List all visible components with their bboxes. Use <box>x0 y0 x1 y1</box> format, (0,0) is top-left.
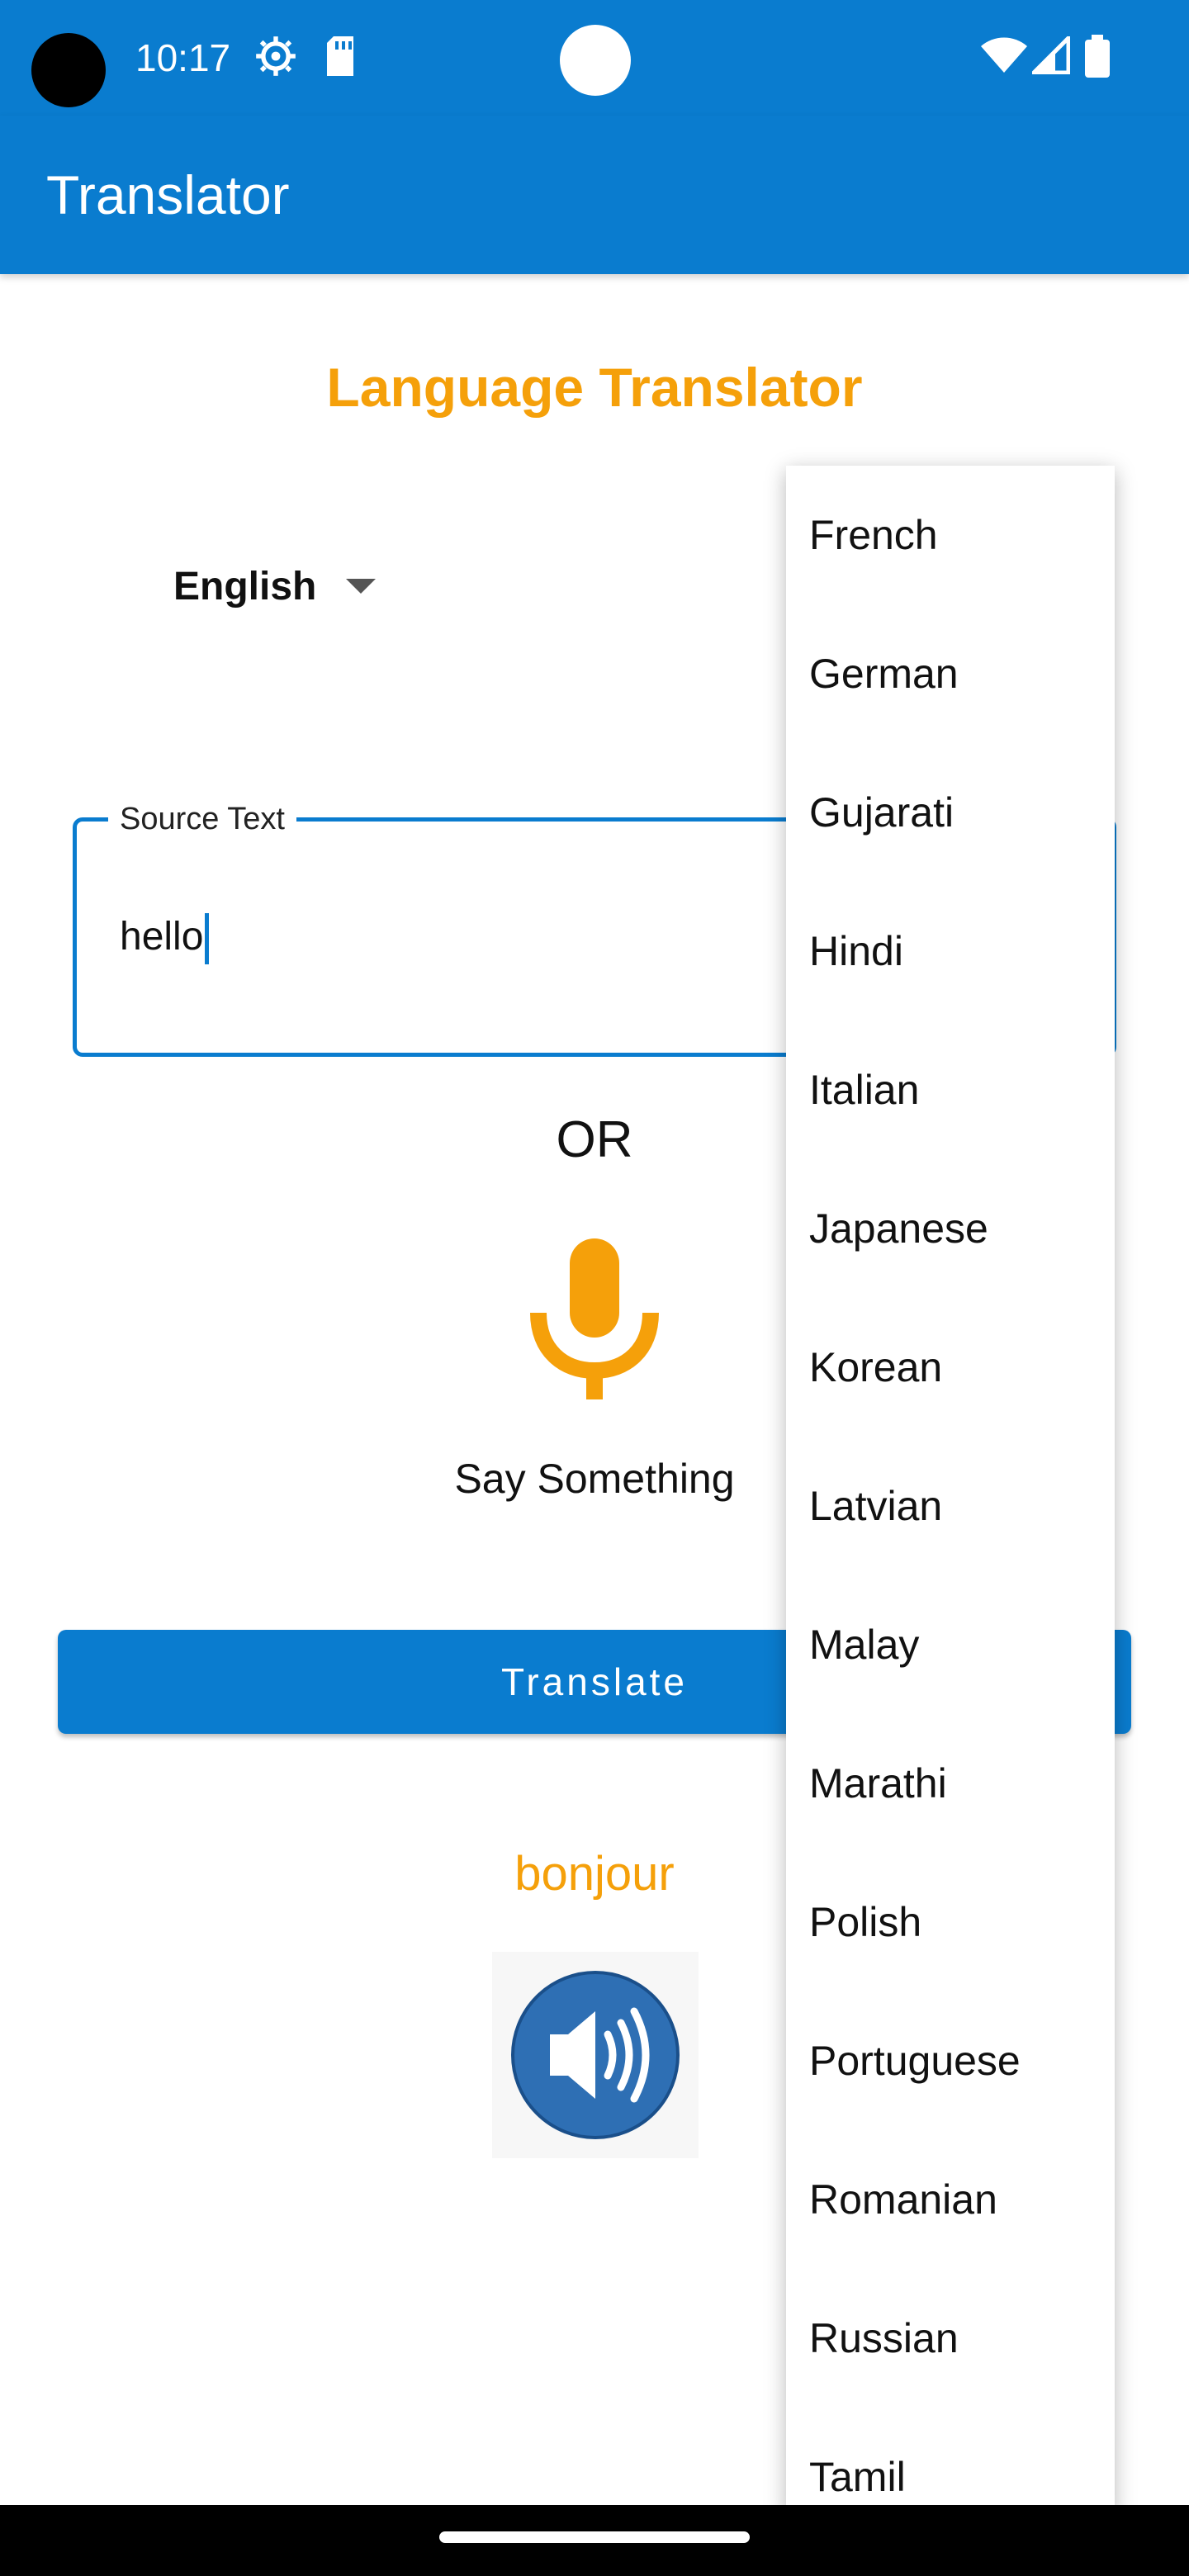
dropdown-item-latvian[interactable]: Latvian <box>786 1437 1115 1575</box>
source-language-spinner[interactable]: English <box>173 553 377 619</box>
camera-cutout <box>31 33 106 107</box>
status-bar: 10:17 <box>0 0 1189 116</box>
dropdown-arrow-icon <box>346 579 377 594</box>
dropdown-item-malay[interactable]: Malay <box>786 1575 1115 1714</box>
dropdown-item-tamil[interactable]: Tamil <box>786 2408 1115 2513</box>
dropdown-item-korean[interactable]: Korean <box>786 1298 1115 1437</box>
dropdown-item-polish[interactable]: Polish <box>786 1853 1115 1991</box>
dropdown-item-gujarati[interactable]: Gujarati <box>786 743 1115 882</box>
front-camera-dot <box>560 25 631 96</box>
sd-card-icon <box>324 35 357 82</box>
page-heading: Language Translator <box>326 357 863 418</box>
app-bar: Translator <box>0 116 1189 274</box>
home-gesture-handle[interactable] <box>439 2531 750 2543</box>
dropdown-item-marathi[interactable]: Marathi <box>786 1714 1115 1853</box>
speaker-icon <box>492 1971 699 2162</box>
status-time: 10:17 <box>135 36 231 79</box>
source-text-input-wrap[interactable]: hello <box>120 912 210 965</box>
battery-icon <box>1085 35 1110 82</box>
app-title: Translator <box>46 164 290 225</box>
text-cursor <box>205 913 210 965</box>
signal-icon <box>1028 32 1071 78</box>
dropdown-item-romanian[interactable]: Romanian <box>786 2130 1115 2269</box>
source-text-value: hello <box>120 915 204 959</box>
dropdown-item-russian[interactable]: Russian <box>786 2269 1115 2408</box>
navigation-bar <box>0 2505 1189 2576</box>
dropdown-item-hindi[interactable]: Hindi <box>786 882 1115 1020</box>
dropdown-item-german[interactable]: German <box>786 604 1115 743</box>
source-text-label: Source Text <box>108 800 296 838</box>
speak-button[interactable] <box>492 1952 699 2158</box>
source-language-value: English <box>173 564 317 608</box>
mic-button[interactable] <box>528 1230 661 1412</box>
dropdown-item-japanese[interactable]: Japanese <box>786 1159 1115 1298</box>
language-dropdown-list[interactable]: French German Gujarati Hindi Italian Jap… <box>786 466 1115 2513</box>
microphone-icon <box>528 1238 661 1407</box>
settings-gear-icon <box>254 35 297 82</box>
dropdown-item-french[interactable]: French <box>786 466 1115 604</box>
wifi-icon <box>981 36 1027 78</box>
dropdown-item-portuguese[interactable]: Portuguese <box>786 1991 1115 2130</box>
dropdown-item-italian[interactable]: Italian <box>786 1020 1115 1159</box>
